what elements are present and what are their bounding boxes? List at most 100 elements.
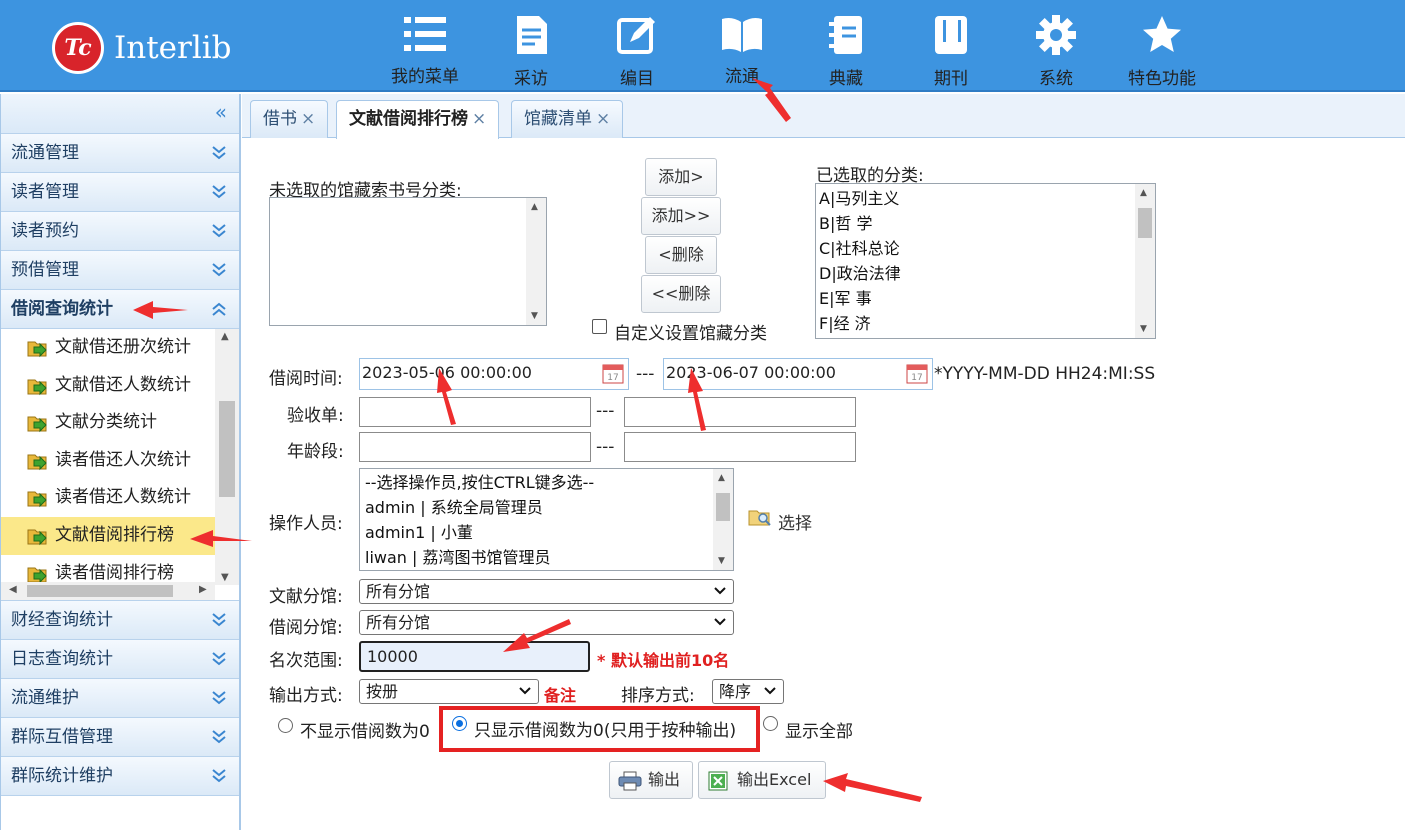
age-end-input[interactable] [624, 432, 856, 462]
scroll-down-icon[interactable]: ▼ [531, 311, 538, 321]
output-button[interactable]: 输出 [609, 761, 693, 799]
acceptance-start-input[interactable] [359, 397, 591, 427]
doc-branch-select[interactable]: 所有分馆 [359, 579, 734, 604]
list-item[interactable]: F|经 济 [816, 311, 1155, 336]
borrow-branch-select[interactable]: 所有分馆 [359, 610, 734, 635]
nav-label: 编目 [620, 69, 654, 89]
remove-all-button[interactable]: <<删除 [641, 275, 721, 313]
rank-range-input[interactable]: 10000 [359, 641, 590, 672]
sidebar-item-doc-category-stats[interactable]: 文献分类统计 [1, 404, 215, 442]
logo-badge: Tc [52, 22, 104, 74]
tab-label: 文献借阅排行榜 [349, 109, 468, 129]
age-start-input[interactable] [359, 432, 591, 462]
radio-only-zero[interactable] [452, 716, 467, 731]
sidebar-item-doc-borrow-people[interactable]: 文献借还人数统计 [1, 367, 215, 405]
sidebar-group-log-stats[interactable]: 日志查询统计 [1, 640, 239, 679]
scroll-up-icon[interactable]: ▲ [1140, 188, 1147, 198]
list-scrollbar[interactable]: ▲ ▼ [1135, 184, 1155, 338]
tab-doc-borrow-ranking[interactable]: 文献借阅排行榜 × [336, 100, 500, 139]
scroll-down-icon[interactable]: ▼ [718, 556, 725, 566]
output-mode-select[interactable]: 按册 [359, 679, 539, 704]
date-format-hint: *YYYY-MM-DD HH24:MI:SS [934, 364, 1156, 384]
calendar-icon[interactable]: 17 [906, 362, 928, 384]
sidebar-group-reader-reservation[interactable]: 读者预约 [1, 212, 239, 251]
add-button[interactable]: 添加> [645, 158, 717, 196]
nav-holdings[interactable]: 典藏 [796, 8, 896, 89]
unselected-categories-list[interactable]: ▲ ▼ [269, 197, 547, 326]
sidebar-group-label: 流通维护 [11, 688, 79, 708]
selected-categories-list[interactable]: A|马列主义 B|哲 学 C|社科总论 D|政治法律 E|军 事 F|经 济 ▲… [815, 183, 1156, 339]
sort-select[interactable]: 降序 [712, 679, 784, 704]
chevron-down-icon [519, 687, 531, 695]
close-icon[interactable]: × [472, 109, 486, 129]
sidebar-item-doc-borrow-count[interactable]: 文献借还册次统计 [1, 329, 215, 367]
collapse-sidebar-icon[interactable]: « [215, 100, 227, 124]
scroll-up-icon[interactable]: ▲ [531, 202, 538, 212]
list-item[interactable]: B|哲 学 [816, 211, 1155, 236]
sidebar-group-finance-stats[interactable]: 财经查询统计 [1, 601, 239, 640]
borrow-time-start-input[interactable]: 2023-05-06 00:00:00 [359, 358, 629, 390]
scroll-up-icon[interactable]: ▲ [221, 331, 229, 342]
logo-text: Interlib [114, 30, 232, 66]
folder-arrow-icon [27, 529, 47, 546]
scroll-thumb[interactable] [1138, 208, 1152, 238]
sidebar-item-reader-borrow-people[interactable]: 读者借还人数统计 [1, 479, 215, 517]
printer-icon [618, 771, 642, 791]
sidebar-group-interlibrary-loan[interactable]: 群际互借管理 [1, 718, 239, 757]
nav-periodicals[interactable]: 期刊 [901, 8, 1001, 89]
list-item[interactable]: D|政治法律 [816, 261, 1155, 286]
list-item[interactable]: liwan | 荔湾图书馆管理员 [360, 545, 733, 570]
folder-search-icon[interactable] [748, 507, 772, 527]
custom-category-checkbox[interactable] [592, 319, 607, 334]
nav-cataloging[interactable]: 编目 [587, 8, 687, 89]
sidebar-group-label: 财经查询统计 [11, 610, 113, 630]
scroll-up-icon[interactable]: ▲ [718, 473, 725, 483]
scroll-left-icon[interactable]: ◀ [9, 584, 17, 595]
close-icon[interactable]: × [301, 109, 315, 129]
tab-holdings-list[interactable]: 馆藏清单 × [511, 100, 624, 138]
radio-show-all[interactable] [763, 716, 778, 731]
scroll-thumb[interactable] [716, 493, 730, 521]
nav-circulation[interactable]: 流通 [692, 8, 792, 88]
list-scrollbar[interactable]: ▲ ▼ [526, 198, 546, 325]
nav-system[interactable]: 系统 [1006, 8, 1106, 89]
scroll-thumb[interactable] [219, 401, 235, 497]
list-item[interactable]: --选择操作员,按住CTRL键多选-- [360, 470, 733, 495]
borrow-time-end-input[interactable]: 2023-06-07 00:00:00 [663, 358, 933, 390]
sidebar-item-doc-borrow-ranking[interactable]: 文献借阅排行榜 [1, 516, 215, 555]
scroll-down-icon[interactable]: ▼ [1140, 324, 1147, 334]
close-icon[interactable]: × [596, 109, 610, 129]
sidebar-group-borrow-stats[interactable]: 借阅查询统计 [1, 290, 239, 329]
radio-hide-zero[interactable] [278, 718, 293, 733]
calendar-icon[interactable]: 17 [602, 362, 624, 384]
chevron-down-icon [212, 185, 226, 199]
sidebar-group-circulation-maintenance[interactable]: 流通维护 [1, 679, 239, 718]
sidebar-item-reader-borrow-times[interactable]: 读者借还人次统计 [1, 442, 215, 480]
sidebar-group-reader-management[interactable]: 读者管理 [1, 173, 239, 212]
tab-borrow[interactable]: 借书 × [250, 100, 329, 138]
list-item[interactable]: admin | 系统全局管理员 [360, 495, 733, 520]
nav-my-menu[interactable]: 我的菜单 [375, 8, 475, 88]
sidebar-group-circulation-management[interactable]: 流通管理 [1, 134, 239, 173]
acceptance-end-input[interactable] [624, 397, 856, 427]
nav-label: 特色功能 [1128, 69, 1196, 89]
sidebar-group-interlibrary-stats[interactable]: 群际统计维护 [1, 757, 239, 796]
submenu-vertical-scrollbar[interactable]: ▲ ▼ [215, 329, 239, 585]
sidebar-group-pre-borrow[interactable]: 预借管理 [1, 251, 239, 290]
nav-special-features[interactable]: 特色功能 [1112, 8, 1212, 89]
scroll-thumb[interactable] [27, 585, 173, 597]
export-excel-button[interactable]: 输出Excel [698, 761, 826, 799]
list-scrollbar[interactable]: ▲ ▼ [713, 469, 733, 570]
remove-button[interactable]: <删除 [645, 236, 717, 274]
nav-acquisition[interactable]: 采访 [481, 8, 581, 89]
scroll-right-icon[interactable]: ▶ [199, 584, 207, 595]
list-item[interactable]: A|马列主义 [816, 186, 1155, 211]
select-operator-button[interactable]: 选择 [778, 509, 812, 534]
submenu-horizontal-scrollbar[interactable]: ◀ ▶ [1, 582, 215, 600]
add-all-button[interactable]: 添加>> [641, 197, 721, 235]
scroll-down-icon[interactable]: ▼ [221, 572, 229, 583]
operator-list[interactable]: --选择操作员,按住CTRL键多选-- admin | 系统全局管理员 admi… [359, 468, 734, 571]
list-item[interactable]: admin1 | 小董 [360, 520, 733, 545]
list-item[interactable]: E|军 事 [816, 286, 1155, 311]
list-item[interactable]: C|社科总论 [816, 236, 1155, 261]
